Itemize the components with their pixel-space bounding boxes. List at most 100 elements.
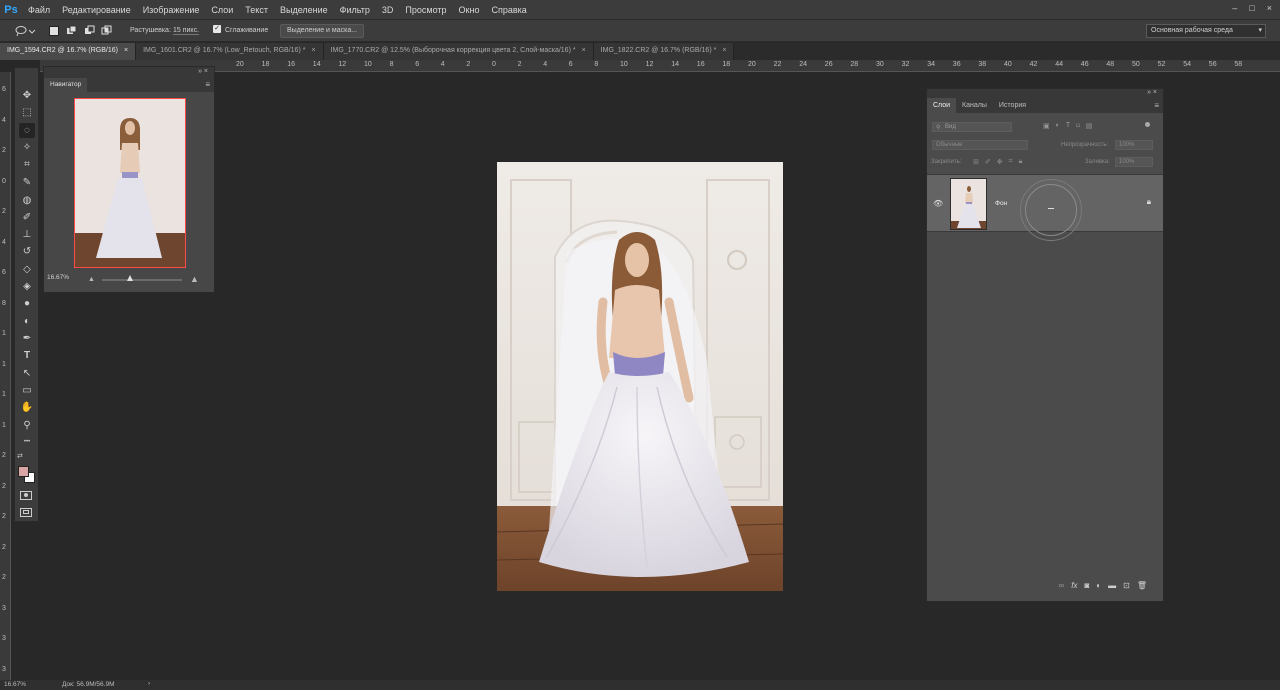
shape-filter-icon[interactable]: ⌑ xyxy=(1076,122,1080,130)
new-group-icon[interactable]: ▬ xyxy=(1108,581,1116,595)
pixel-filter-icon[interactable]: ▣ xyxy=(1043,122,1050,130)
smart-object-filter-icon[interactable]: ▤ xyxy=(1086,122,1093,130)
clone-stamp-tool-icon[interactable]: ⊥ xyxy=(19,227,35,242)
lock-position-icon[interactable]: ✥ xyxy=(997,158,1003,166)
tab-history[interactable]: История xyxy=(993,98,1032,113)
new-layer-icon[interactable]: ⊡ xyxy=(1123,581,1130,595)
menu-layers[interactable]: Слои xyxy=(205,5,239,15)
panel-header[interactable]: » × xyxy=(927,89,1163,98)
move-tool-icon[interactable]: ✥ xyxy=(19,88,35,103)
quick-mask-icon[interactable] xyxy=(20,491,32,500)
tab-img-1770[interactable]: IMG_1770.CR2 @ 12.5% (Выборочная коррекц… xyxy=(323,43,594,60)
menu-view[interactable]: Просмотр xyxy=(399,5,452,15)
history-brush-tool-icon[interactable]: ↺ xyxy=(19,244,35,259)
lock-all-icon[interactable]: 🔒︎ xyxy=(1019,158,1023,166)
select-and-mask-button[interactable]: Выделение и маска... xyxy=(280,24,365,38)
crop-tool-icon[interactable]: ⌗ xyxy=(19,157,35,172)
zoom-tool-icon[interactable]: ⚲ xyxy=(19,418,35,433)
lock-icon[interactable]: 🔒︎ xyxy=(1147,197,1151,207)
maximize-button[interactable]: □ xyxy=(1249,3,1254,13)
magic-wand-tool-icon[interactable]: ✧ xyxy=(19,140,35,155)
tab-img-1601[interactable]: IMG_1601.CR2 @ 16.7% (Low_Retouch, RGB/1… xyxy=(136,43,324,60)
layer-row-background[interactable]: 👁︎ Фон 🔒︎ xyxy=(927,174,1163,241)
screen-mode-icon[interactable] xyxy=(20,508,32,517)
add-mask-icon[interactable]: ◙ xyxy=(1084,581,1089,595)
layer-name[interactable]: Фон xyxy=(995,200,1007,207)
paint-bucket-tool-icon[interactable]: ◈ xyxy=(19,279,35,294)
menu-help[interactable]: Справка xyxy=(485,5,532,15)
menu-window[interactable]: Окно xyxy=(453,5,486,15)
menu-edit[interactable]: Редактирование xyxy=(56,5,137,15)
blur-tool-icon[interactable]: ● xyxy=(19,296,35,311)
tab-img-1822[interactable]: IMG_1822.CR2 @ 16.7% (RGB/16) * × xyxy=(593,43,735,60)
ruler-horizontal[interactable]: 20 18 16 14 12 10 8 6 4 2 0 2 4 6 8 10 12 14 16 18 20 22 24 26 2… xyxy=(40,60,1280,72)
hand-tool-icon[interactable]: ✋ xyxy=(19,400,35,415)
panel-menu-icon[interactable]: ≡ xyxy=(205,80,210,89)
blend-mode-select[interactable]: Обычные xyxy=(932,140,1028,150)
slider-handle[interactable] xyxy=(127,275,133,281)
lasso-tool-icon[interactable]: ◌ xyxy=(19,123,35,138)
tab-img-1594[interactable]: IMG_1594.CR2 @ 16.7% (RGB/16) × xyxy=(0,43,137,60)
new-selection-icon[interactable] xyxy=(48,25,60,37)
close-window-button[interactable]: × xyxy=(1267,3,1272,13)
link-layers-icon[interactable]: ∞ xyxy=(1059,581,1065,595)
subtract-selection-icon[interactable] xyxy=(84,25,96,37)
lock-pixels-icon[interactable]: ✐ xyxy=(985,158,991,166)
status-menu-arrow[interactable]: › xyxy=(148,680,150,687)
layer-thumbnail[interactable] xyxy=(950,178,987,230)
collapse-icon[interactable]: » × xyxy=(198,68,208,75)
close-icon[interactable]: × xyxy=(311,47,315,54)
lasso-preset-icon[interactable] xyxy=(14,25,36,37)
brush-tool-icon[interactable]: ✐ xyxy=(19,210,35,225)
zoom-in-icon[interactable]: ▲ xyxy=(190,274,199,284)
visibility-eye-icon[interactable]: 👁︎ xyxy=(933,199,943,208)
opacity-input[interactable]: 100% xyxy=(1115,140,1153,150)
type-tool-icon[interactable]: T xyxy=(19,348,35,363)
menu-3d[interactable]: 3D xyxy=(376,5,400,15)
eraser-tool-icon[interactable]: ◇ xyxy=(19,262,35,277)
document-canvas[interactable] xyxy=(497,162,783,591)
menu-type[interactable]: Текст xyxy=(239,5,274,15)
pen-tool-icon[interactable]: ✒ xyxy=(19,331,35,346)
antialias-checkbox[interactable]: ✓ xyxy=(213,25,221,33)
healing-brush-tool-icon[interactable]: ◍ xyxy=(19,193,35,208)
close-icon[interactable]: × xyxy=(124,47,128,54)
menu-file[interactable]: Файл xyxy=(22,5,56,15)
lock-transparent-icon[interactable]: ⊞ xyxy=(973,158,979,166)
close-icon[interactable]: × xyxy=(722,47,726,54)
menu-select[interactable]: Выделение xyxy=(274,5,334,15)
navigator-zoom-slider[interactable] xyxy=(102,275,182,281)
layer-filter-select[interactable]: ⚲ Вид xyxy=(932,122,1012,132)
ruler-vertical[interactable]: 6 4 2 0 2 4 6 8 1 1 1 1 2 2 2 2 2 3 3 3 xyxy=(0,72,11,680)
feather-input[interactable]: 15 пикс. xyxy=(173,27,200,35)
intersect-selection-icon[interactable] xyxy=(101,25,113,37)
delete-layer-icon[interactable]: 🗑︎ xyxy=(1137,581,1147,595)
status-zoom[interactable]: 16.67% xyxy=(4,681,26,688)
navigator-view-frame[interactable] xyxy=(74,98,186,268)
close-icon[interactable]: × xyxy=(582,47,586,54)
marquee-tool-icon[interactable]: ⬚ xyxy=(19,105,35,120)
layer-style-icon[interactable]: fx xyxy=(1071,581,1077,595)
menu-image[interactable]: Изображение xyxy=(137,5,206,15)
tab-navigator[interactable]: Навигатор xyxy=(44,78,88,92)
panel-menu-icon[interactable]: ≡ xyxy=(1154,101,1159,110)
menu-filter[interactable]: Фильтр xyxy=(334,5,376,15)
dodge-tool-icon[interactable]: ◐ xyxy=(19,314,35,329)
swap-colors-icon[interactable]: ⇄ xyxy=(17,452,23,460)
type-filter-icon[interactable]: T xyxy=(1066,122,1070,130)
filter-toggle-icon[interactable] xyxy=(1145,122,1150,127)
tab-layers[interactable]: Слои xyxy=(927,98,957,113)
lock-artboard-icon[interactable]: ⌗ xyxy=(1009,158,1013,166)
more-tools-icon[interactable]: ••• xyxy=(19,434,35,449)
add-selection-icon[interactable] xyxy=(66,25,78,37)
rectangle-tool-icon[interactable]: ▭ xyxy=(19,383,35,398)
foreground-color-swatch[interactable] xyxy=(18,466,29,477)
panel-header[interactable]: » × xyxy=(44,67,214,78)
navigator-zoom-value[interactable]: 16.67% xyxy=(47,274,69,281)
path-selection-tool-icon[interactable]: ↖ xyxy=(19,366,35,381)
collapse-icon[interactable]: » × xyxy=(1147,89,1157,96)
minimize-button[interactable]: – xyxy=(1232,3,1237,13)
zoom-out-icon[interactable]: ▲ xyxy=(88,276,95,283)
tab-channels[interactable]: Каналы xyxy=(956,98,993,113)
workspace-select[interactable]: Основная рабочая среда xyxy=(1146,24,1266,38)
